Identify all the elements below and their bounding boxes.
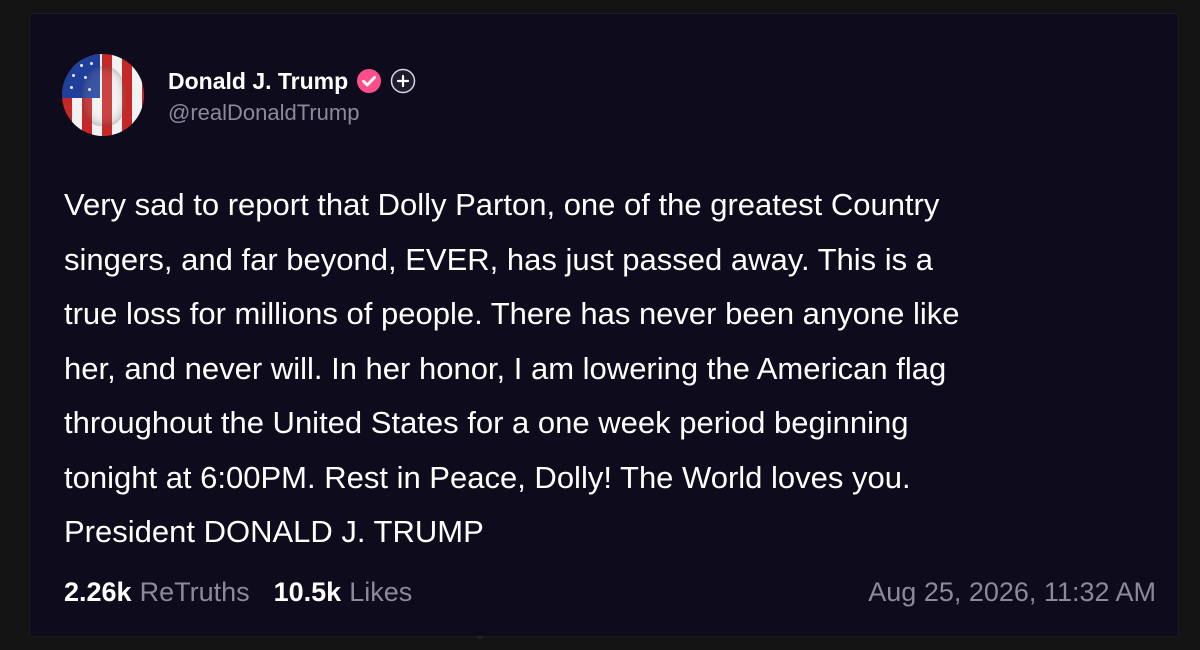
- post-text-line: her, and never will. In her honor, I am …: [64, 350, 947, 386]
- avatar-star: [72, 74, 75, 77]
- post-timestamp[interactable]: Aug 25, 2026, 11:32 AM: [868, 577, 1156, 608]
- plus-icon[interactable]: [390, 68, 416, 94]
- name-row: Donald J. Trump: [168, 64, 416, 98]
- retruths-stat[interactable]: 2.26k ReTruths: [64, 577, 250, 608]
- avatar-star: [90, 62, 93, 65]
- author-meta: Donald J. Trump @realDonaldTrump: [168, 64, 416, 126]
- author-handle[interactable]: @realDonaldTrump: [168, 100, 416, 126]
- post-card: Donald J. Trump @realDonaldTrump Very sa…: [30, 14, 1178, 636]
- post-text-line: throughout the United States for a one w…: [64, 405, 909, 440]
- avatar-star: [80, 64, 83, 67]
- avatar-star: [70, 86, 73, 89]
- post-footer: 2.26k ReTruths 10.5k Likes Aug 25, 2026,…: [64, 577, 1156, 608]
- post-text-line: President DONALD J. TRUMP: [64, 514, 484, 549]
- avatar-portrait: [82, 66, 126, 126]
- retruths-count: 2.26k: [64, 577, 132, 607]
- likes-count: 10.5k: [273, 577, 342, 607]
- post-header: Donald J. Trump @realDonaldTrump: [62, 54, 416, 136]
- verified-badge-icon: [356, 68, 382, 94]
- avatar-star: [70, 62, 73, 65]
- post-body: Very sad to report that Dolly Parton, on…: [64, 178, 1164, 560]
- likes-stat[interactable]: 10.5k Likes: [274, 577, 413, 608]
- post-text-line: tonight at 6:00PM. Rest in Peace, Dolly!…: [64, 459, 911, 495]
- post-text-line: singers, and far beyond, EVER, has just …: [64, 241, 934, 277]
- avatar[interactable]: [62, 54, 144, 136]
- author-name[interactable]: Donald J. Trump: [168, 68, 348, 95]
- post-text-line: Very sad to report that Dolly Parton, on…: [64, 187, 940, 222]
- post-text-line: true loss for millions of people. There …: [64, 296, 960, 331]
- likes-label: Likes: [349, 577, 413, 607]
- retruths-label: ReTruths: [139, 577, 250, 607]
